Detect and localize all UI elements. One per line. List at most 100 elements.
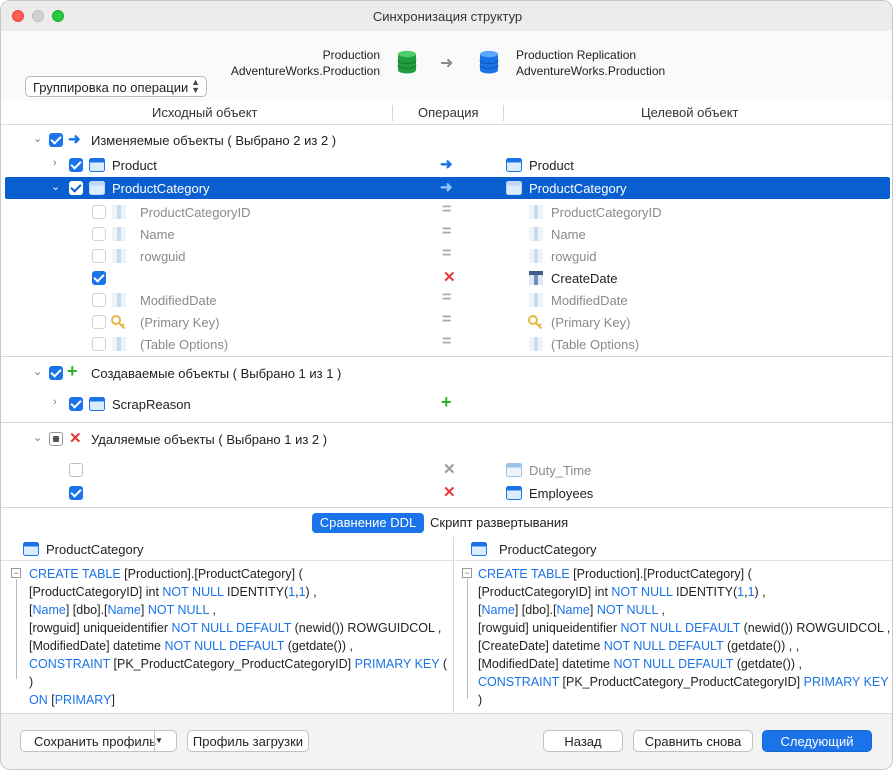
- chevron-down-icon[interactable]: ⌄: [33, 431, 42, 444]
- chevron-down-icon[interactable]: ⌄: [33, 132, 42, 145]
- field-row[interactable]: ProductCategoryID = ProductCategoryID: [5, 201, 890, 223]
- chevron-down-icon[interactable]: ⌄: [33, 365, 42, 378]
- group-modified-label: Изменяемые объекты ( Выбрано 2 из 2 ): [91, 133, 337, 148]
- tab-deploy-script[interactable]: Скрипт развертывания: [424, 513, 574, 533]
- ddl-pane-target[interactable]: ProductCategory − CREATE TABLE [Producti…: [455, 537, 892, 713]
- table-icon: [506, 181, 522, 195]
- equal-icon: =: [442, 245, 452, 262]
- next-button[interactable]: Следующий: [762, 730, 872, 752]
- operation-create-icon: +: [441, 392, 452, 412]
- chevron-right-icon[interactable]: ›: [53, 396, 57, 408]
- target-name: Production Replication: [516, 48, 637, 62]
- field-row[interactable]: rowguid = rowguid: [5, 245, 890, 267]
- chevron-down-icon[interactable]: ▼: [154, 731, 176, 751]
- fold-minus-icon[interactable]: −: [11, 568, 21, 578]
- group-created-checkbox[interactable]: [49, 366, 63, 380]
- table-row-product[interactable]: › Product ➜ Product: [5, 154, 890, 176]
- table-row-scrapreason[interactable]: › ScrapReason +: [5, 392, 890, 415]
- field-checkbox[interactable]: [92, 249, 106, 263]
- table-icon: [89, 397, 105, 411]
- field-target-label: Name: [551, 227, 586, 242]
- ddl-pane-header: ProductCategory: [1, 537, 453, 561]
- employees-target-label: Employees: [529, 486, 594, 501]
- table-row-duty-time[interactable]: ✕ Duty_Time: [5, 459, 890, 481]
- grouping-select[interactable]: Группировка по операции ▲ ▼: [25, 76, 207, 97]
- table-icon: [471, 542, 487, 556]
- source-name: Production: [322, 48, 380, 62]
- column-separator: [503, 105, 504, 121]
- tab-ddl-compare[interactable]: Сравнение DDL: [312, 513, 424, 533]
- table-icon: [506, 486, 522, 500]
- equal-icon: =: [442, 289, 452, 306]
- column-icon: [112, 337, 126, 351]
- column-icon: [529, 293, 543, 307]
- source-connection: Production AdventureWorks.Production: [231, 47, 380, 79]
- table-row-employees[interactable]: ✕ Employees: [5, 482, 890, 504]
- column-separator: [392, 105, 393, 121]
- duty-time-target-label: Duty_Time: [529, 463, 592, 478]
- field-target-label: (Table Options): [551, 337, 640, 352]
- field-row[interactable]: Name = Name: [5, 223, 890, 245]
- field-source-label: ModifiedDate: [140, 293, 217, 308]
- field-checkbox[interactable]: [92, 227, 106, 241]
- field-checkbox[interactable]: [92, 315, 106, 329]
- ddl-pane-source[interactable]: ProductCategory − CREATE TABLE [Producti…: [1, 537, 454, 713]
- delete-x-icon: ✕: [69, 430, 82, 447]
- field-row-createdate[interactable]: ✕ CreateDate: [5, 267, 890, 289]
- duty-time-checkbox[interactable]: [69, 463, 83, 477]
- operation-alter-icon: ➜: [440, 156, 453, 173]
- column-icon: [112, 205, 126, 219]
- object-tree: ⌄ ➜ Изменяемые объекты ( Выбрано 2 из 2 …: [1, 126, 892, 507]
- field-source-label: ProductCategoryID: [140, 205, 251, 220]
- chevron-right-icon[interactable]: ›: [53, 157, 57, 169]
- fold-guide: [467, 579, 468, 699]
- field-row-primary-key[interactable]: (Primary Key) = (Primary Key): [5, 311, 890, 333]
- ddl-target-code: CREATE TABLE [Production].[ProductCatego…: [478, 567, 892, 707]
- group-created[interactable]: ⌄ + Создаваемые объекты ( Выбрано 1 из 1…: [5, 361, 890, 384]
- group-deleted-checkbox[interactable]: [49, 432, 63, 446]
- field-checkbox[interactable]: [92, 293, 106, 307]
- product-checkbox[interactable]: [69, 158, 83, 172]
- field-row-table-options[interactable]: (Table Options) = (Table Options): [5, 333, 890, 355]
- table-icon: [23, 542, 39, 556]
- field-source-label: rowguid: [140, 249, 186, 264]
- field-target-label: (Primary Key): [551, 315, 631, 330]
- save-profile-label: Сохранить профиль: [34, 734, 157, 749]
- compare-again-button[interactable]: Сравнить снова: [633, 730, 753, 752]
- equal-icon: =: [442, 333, 452, 350]
- field-row[interactable]: ModifiedDate = ModifiedDate: [5, 289, 890, 311]
- chevron-down-icon[interactable]: ⌄: [51, 180, 60, 193]
- table-row-productcategory[interactable]: ⌄ ProductCategory ➜ ProductCategory: [5, 177, 890, 199]
- sync-window: Синхронизация структур Production Advent…: [0, 0, 893, 770]
- connection-header: Production AdventureWorks.Production ➜ P…: [1, 31, 892, 101]
- fold-minus-icon[interactable]: −: [462, 568, 472, 578]
- scrapreason-checkbox[interactable]: [69, 397, 83, 411]
- group-divider: [1, 356, 892, 357]
- delete-x-icon: ✕: [443, 484, 456, 501]
- field-source-label: (Table Options): [140, 337, 229, 352]
- group-deleted-label: Удаляемые объекты ( Выбрано 1 из 2 ): [91, 432, 328, 447]
- field-checkbox[interactable]: [92, 337, 106, 351]
- grouping-select-value: Группировка по операции: [33, 80, 189, 95]
- footer-bar: Сохранить профиль ▼ Профиль загрузки Наз…: [1, 713, 892, 769]
- field-target-label: ModifiedDate: [551, 293, 628, 308]
- load-profile-button[interactable]: Профиль загрузки: [187, 730, 309, 752]
- group-deleted[interactable]: ⌄ ✕ Удаляемые объекты ( Выбрано 1 из 2 ): [5, 428, 890, 450]
- group-modified-checkbox[interactable]: [49, 133, 63, 147]
- ddl-pane-header: ProductCategory: [455, 537, 892, 561]
- field-source-label: (Primary Key): [140, 315, 220, 330]
- group-divider: [1, 422, 892, 423]
- group-modified[interactable]: ⌄ ➜ Изменяемые объекты ( Выбрано 2 из 2 …: [5, 129, 890, 151]
- field-checkbox[interactable]: [92, 271, 106, 285]
- product-target-label: Product: [529, 158, 574, 173]
- column-icon: [112, 293, 126, 307]
- save-profile-button[interactable]: Сохранить профиль ▼: [20, 730, 177, 752]
- target-database: AdventureWorks.Production: [516, 64, 666, 78]
- field-checkbox[interactable]: [92, 205, 106, 219]
- column-source: Исходный объект: [152, 105, 258, 120]
- product-source-label: Product: [112, 158, 157, 173]
- productcategory-target-label: ProductCategory: [529, 181, 627, 196]
- back-button[interactable]: Назад: [543, 730, 623, 752]
- employees-checkbox[interactable]: [69, 486, 83, 500]
- productcategory-checkbox[interactable]: [69, 181, 83, 195]
